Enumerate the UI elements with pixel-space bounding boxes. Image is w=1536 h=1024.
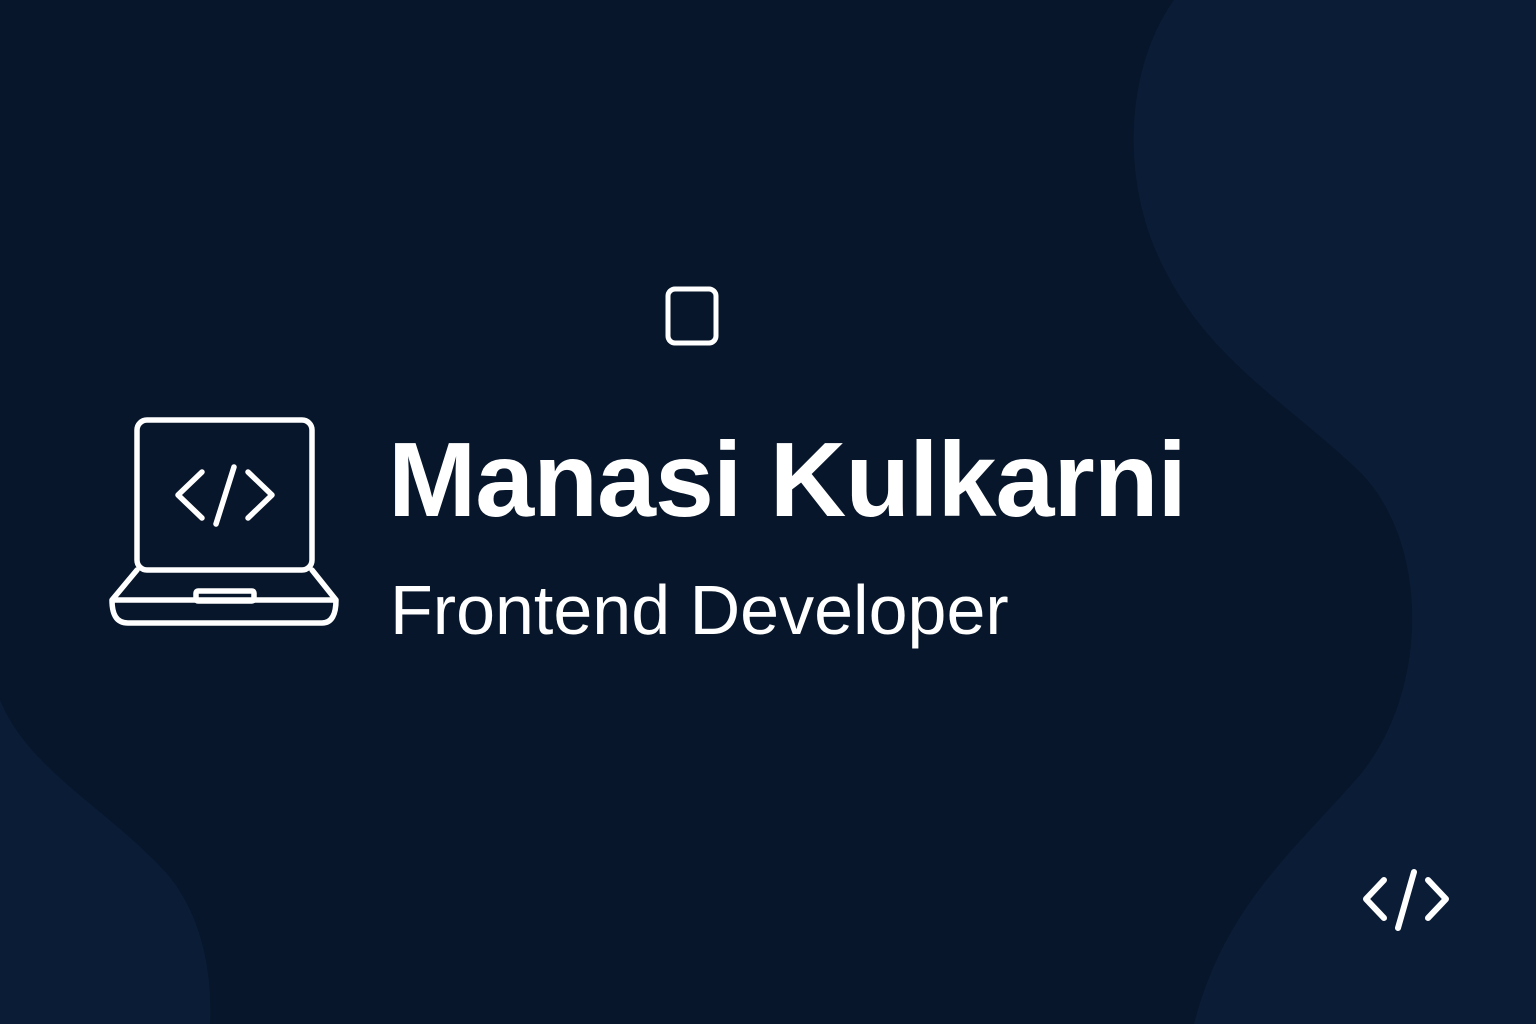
square-outline-icon — [665, 286, 719, 346]
code-brackets-icon — [1363, 869, 1449, 931]
profile-role: Frontend Developer — [390, 571, 1009, 649]
hero-banner: Manasi Kulkarni Frontend Developer — [0, 0, 1536, 1024]
laptop-code-icon — [109, 417, 339, 626]
profile-name: Manasi Kulkarni — [388, 421, 1187, 539]
